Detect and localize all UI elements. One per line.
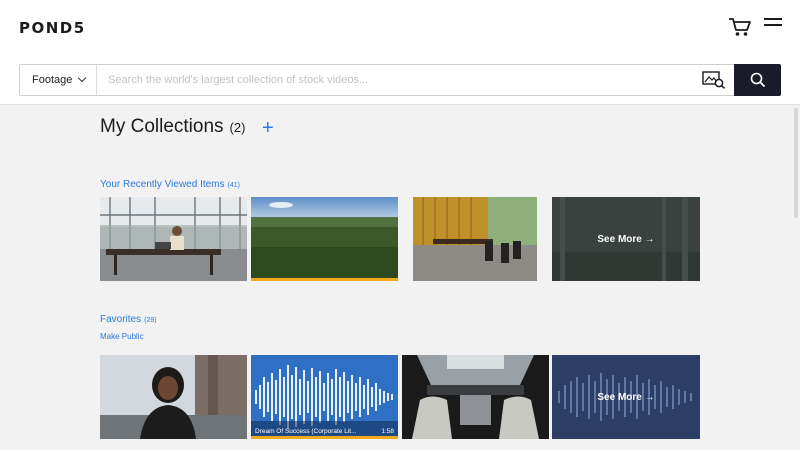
search-input[interactable]	[108, 71, 698, 89]
hamburger-menu-icon[interactable]	[764, 18, 784, 36]
clip-duration: 1:58	[381, 428, 394, 435]
thumbnail-office-meeting-room[interactable]	[413, 197, 537, 281]
site-header: POND5 Footage	[0, 0, 800, 105]
clip-title: Dream Of Success (Corporate Lit...	[255, 428, 357, 435]
page-scrollbar[interactable]	[794, 108, 798, 218]
make-public-link[interactable]: Make Public	[100, 332, 144, 341]
favorites-title[interactable]: Favorites (29)	[100, 314, 157, 325]
search-bar: Footage	[19, 64, 781, 96]
media-type-dropdown[interactable]: Footage	[20, 65, 97, 95]
thumbnail-office-woman[interactable]	[100, 197, 247, 281]
see-more-favorites[interactable]: See More →	[552, 355, 700, 439]
collections-count: (2)	[229, 120, 246, 135]
see-more-label: See More →	[597, 391, 655, 403]
chevron-down-icon	[78, 73, 87, 83]
recently-viewed-label: Your Recently Viewed Items	[100, 179, 225, 190]
thumbnail-aerial-forest[interactable]	[251, 197, 398, 281]
search-button[interactable]	[734, 64, 781, 96]
thumbnail-audio-waveform[interactable]: Dream Of Success (Corporate Lit... 1:58	[251, 355, 398, 439]
shopping-cart-icon[interactable]	[728, 16, 752, 38]
favorites-label: Favorites	[100, 314, 142, 325]
media-type-label: Footage	[32, 74, 73, 86]
thumbnail-car-interior[interactable]	[402, 355, 549, 439]
favorites-count: (29)	[144, 317, 157, 324]
recently-viewed-count: (41)	[227, 182, 240, 189]
image-search-icon[interactable]	[702, 71, 726, 89]
see-more-recently-viewed[interactable]: See More →	[552, 197, 700, 281]
pond5-logo[interactable]: POND5	[19, 19, 86, 37]
page-title: My Collections (2)	[100, 116, 245, 138]
thumbnail-smiling-woman[interactable]	[100, 355, 247, 439]
watch-progress-bar	[251, 278, 398, 281]
watch-progress-bar	[251, 436, 398, 439]
page-title-text: My Collections	[100, 116, 224, 137]
recently-viewed-title[interactable]: Your Recently Viewed Items (41)	[100, 179, 240, 190]
search-icon	[750, 72, 765, 88]
see-more-label: See More →	[597, 233, 655, 245]
add-collection-button[interactable]: +	[262, 117, 274, 139]
